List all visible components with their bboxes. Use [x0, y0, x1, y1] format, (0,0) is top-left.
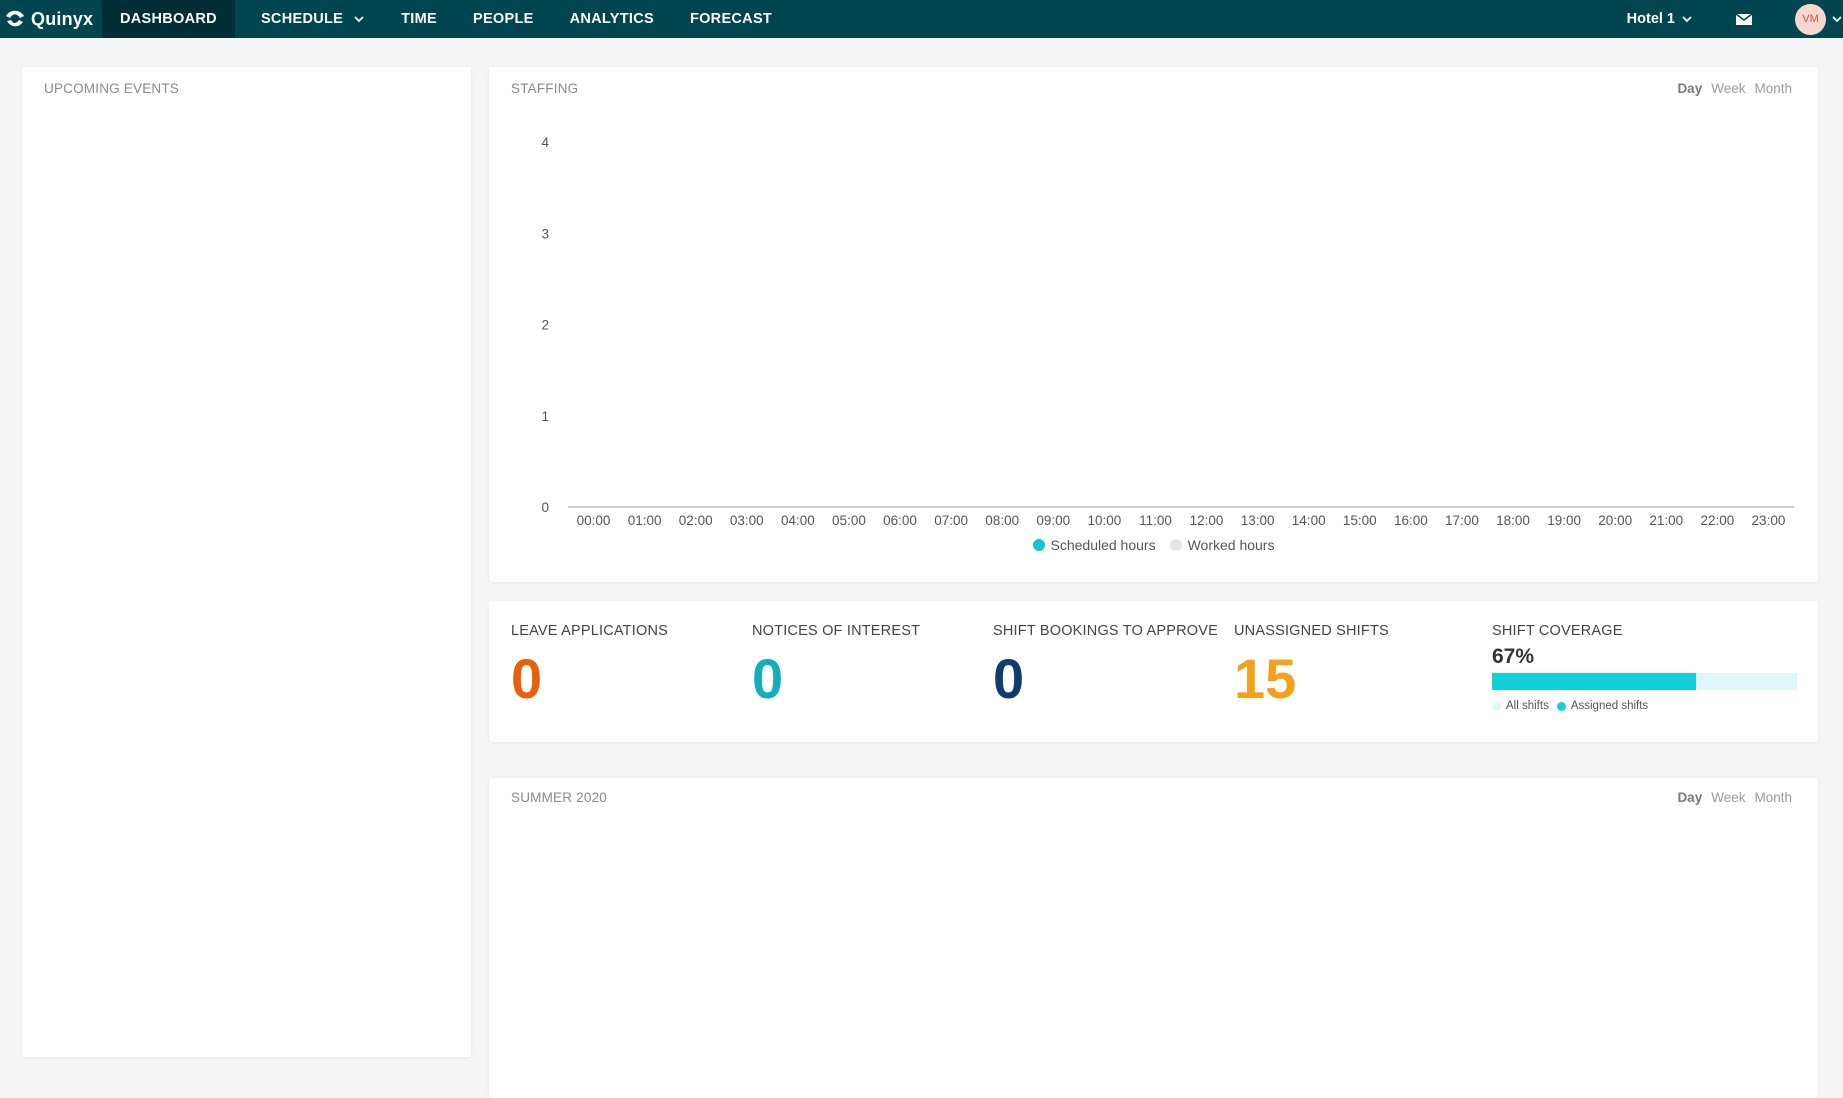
- kpi-notices-of-interest[interactable]: NOTICES OF INTEREST 0: [752, 623, 920, 709]
- nav-forecast-label: FORECAST: [689, 11, 773, 27]
- upcoming-events-panel: UPCOMING EVENTS: [22, 67, 471, 1057]
- staffing-chart: 0 1 2 3 4 00:00 01:00 02:00 03:00 04:00 05:00 06:00…: [541, 135, 1794, 528]
- x-tick-label: 02:00: [679, 513, 713, 528]
- nav-people[interactable]: PEOPLE: [455, 0, 552, 38]
- coverage-bar-fill: [1492, 673, 1697, 690]
- mail-icon[interactable]: [1735, 12, 1753, 26]
- x-tick-label: 13:00: [1241, 513, 1275, 528]
- kpi-unassigned-shifts[interactable]: UNASSIGNED SHIFTS 15: [1234, 623, 1389, 709]
- staffing-legend: Scheduled hours Worked hours: [489, 537, 1818, 553]
- kpi-notices-label: NOTICES OF INTEREST: [752, 623, 921, 639]
- x-tick-label: 04:00: [781, 513, 815, 528]
- x-tick-label: 16:00: [1394, 513, 1428, 528]
- kpi-unassigned-label: UNASSIGNED SHIFTS: [1234, 623, 1389, 639]
- chevron-down-icon: [354, 16, 364, 23]
- coverage-all-label: All shifts: [1506, 700, 1549, 712]
- summer-title: SUMMER 2020: [511, 790, 607, 805]
- top-navigation-bar: Quinyx DASHBOARD SCHEDULE TIME PEOPLE AN…: [0, 0, 1843, 38]
- kpi-shift-coverage[interactable]: SHIFT COVERAGE 67% All shifts Assigned s…: [1492, 623, 1797, 712]
- user-initials: VM: [1802, 13, 1819, 25]
- quinyx-logo-icon: [6, 10, 24, 27]
- y-tick-label: 3: [541, 226, 549, 241]
- kpi-leave-applications[interactable]: LEAVE APPLICATIONS 0: [511, 623, 668, 709]
- coverage-assigned-dot: [1556, 701, 1566, 711]
- y-tick-label: 4: [541, 135, 549, 150]
- kpi-bookings-value: 0: [993, 647, 1025, 710]
- x-tick-label: 12:00: [1190, 513, 1224, 528]
- nav-time[interactable]: TIME: [383, 0, 455, 38]
- x-tick-label: 19:00: [1547, 513, 1581, 528]
- x-tick-label: 23:00: [1752, 513, 1786, 528]
- coverage-legend-assigned: Assigned shifts: [1556, 700, 1649, 712]
- coverage-legend-all: All shifts: [1492, 700, 1549, 712]
- x-tick-label: 00:00: [577, 513, 611, 528]
- x-tick-label: 05:00: [832, 513, 866, 528]
- kpi-unassigned-value: 15: [1234, 647, 1297, 710]
- kpi-coverage-label: SHIFT COVERAGE: [1492, 623, 1623, 639]
- user-avatar[interactable]: VM: [1795, 3, 1826, 35]
- site-selector-label: Hotel 1: [1626, 11, 1675, 27]
- x-tick-label: 10:00: [1087, 513, 1121, 528]
- staffing-panel: STAFFING Day Week Month 0 1 2 3 4 00:00 01:00 0…: [489, 67, 1818, 582]
- x-tick-label: 21:00: [1649, 513, 1683, 528]
- y-tick-label: 2: [541, 318, 549, 333]
- x-tick-label: 18:00: [1496, 513, 1530, 528]
- x-tick-label: 22:00: [1700, 513, 1734, 528]
- coverage-bar: [1492, 673, 1797, 690]
- x-tick-label: 03:00: [730, 513, 764, 528]
- chevron-down-icon[interactable]: [1831, 13, 1843, 25]
- nav-analytics[interactable]: ANALYTICS: [552, 0, 672, 38]
- x-tick-label: 17:00: [1445, 513, 1479, 528]
- nav-schedule-label: SCHEDULE: [260, 11, 344, 27]
- kpi-bookings-label: SHIFT BOOKINGS TO APPROVE: [993, 623, 1218, 639]
- kpi-leave-label: LEAVE APPLICATIONS: [511, 623, 668, 639]
- x-tick-label: 20:00: [1598, 513, 1632, 528]
- upcoming-events-title: UPCOMING EVENTS: [44, 81, 180, 96]
- coverage-assigned-label: Assigned shifts: [1570, 700, 1649, 712]
- x-tick-label: 11:00: [1139, 513, 1172, 528]
- x-tick-label: 14:00: [1292, 513, 1326, 528]
- kpi-notices-value: 0: [752, 647, 784, 710]
- x-tick-label: 09:00: [1036, 513, 1070, 528]
- kpi-leave-value: 0: [511, 647, 543, 710]
- x-tick-label: 01:00: [628, 513, 662, 528]
- nav-time-label: TIME: [401, 11, 437, 27]
- summer-range-day[interactable]: Day: [1677, 790, 1702, 805]
- nav-people-label: PEOPLE: [472, 11, 534, 27]
- kpi-shift-bookings[interactable]: SHIFT BOOKINGS TO APPROVE 0: [993, 623, 1218, 709]
- legend-scheduled-dot: [1032, 539, 1045, 551]
- kpi-coverage-percent: 67%: [1492, 645, 1535, 668]
- kpi-panel: LEAVE APPLICATIONS 0 NOTICES OF INTEREST…: [489, 601, 1818, 742]
- x-tick-label: 07:00: [934, 513, 968, 528]
- y-tick-label: 1: [541, 409, 549, 424]
- legend-worked-hours[interactable]: Worked hours: [1169, 537, 1275, 553]
- y-tick-label: 0: [541, 500, 549, 515]
- coverage-legend: All shifts Assigned shifts: [1492, 700, 1797, 712]
- summer-range-week[interactable]: Week: [1711, 790, 1745, 805]
- legend-scheduled-hours[interactable]: Scheduled hours: [1032, 537, 1156, 553]
- site-selector[interactable]: Hotel 1: [1627, 11, 1693, 27]
- quinyx-logo[interactable]: Quinyx: [0, 0, 102, 38]
- nav-dashboard-label: DASHBOARD: [120, 11, 217, 27]
- x-tick-label: 06:00: [883, 513, 917, 528]
- x-tick-label: 08:00: [985, 513, 1019, 528]
- x-tick-label: 15:00: [1343, 513, 1377, 528]
- nav-schedule[interactable]: SCHEDULE: [235, 0, 383, 38]
- legend-worked-dot: [1169, 539, 1182, 551]
- coverage-all-dot: [1492, 701, 1501, 711]
- summer-range-month[interactable]: Month: [1754, 790, 1792, 805]
- app-name: Quinyx: [31, 8, 94, 29]
- nav-forecast[interactable]: FORECAST: [672, 0, 790, 38]
- legend-scheduled-label: Scheduled hours: [1050, 537, 1156, 553]
- summer-2020-panel: SUMMER 2020 Day Week Month: [489, 778, 1818, 1098]
- nav-dashboard[interactable]: DASHBOARD: [102, 0, 235, 38]
- chevron-down-icon: [1682, 16, 1692, 23]
- summer-range-tabs: Day Week Month: [1677, 790, 1792, 805]
- legend-worked-label: Worked hours: [1187, 537, 1275, 553]
- nav-analytics-label: ANALYTICS: [569, 11, 654, 27]
